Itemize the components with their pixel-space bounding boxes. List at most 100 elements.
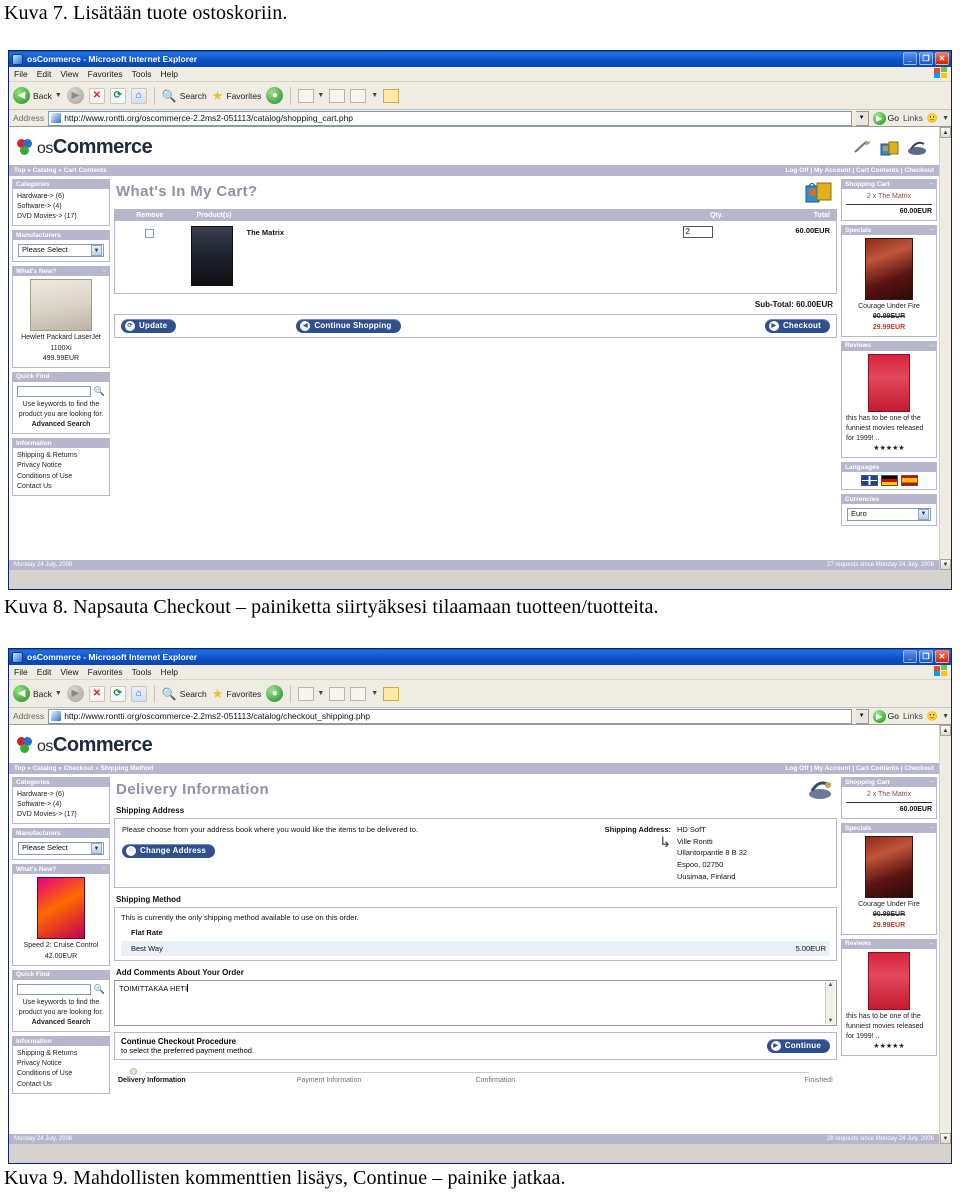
header-icons[interactable] <box>853 139 933 156</box>
search-icon[interactable]: 🔍 <box>94 385 105 398</box>
window-controls[interactable]: _ ❐ ✕ <box>903 52 949 65</box>
menu-file[interactable]: File <box>14 69 28 79</box>
address-bar-2[interactable]: Address http://www.rontti.org/oscommerce… <box>9 708 951 725</box>
oscommerce-logo[interactable]: osCommerce <box>17 136 153 159</box>
scroll-down-arrow[interactable]: ▼ <box>940 1133 951 1144</box>
menu-help[interactable]: Help <box>160 69 177 79</box>
store-navbar[interactable]: Top » Catalog » Cart Contents Log Off | … <box>9 165 939 176</box>
checkout-icon[interactable] <box>907 139 927 156</box>
store-nav-links[interactable]: Log Off | My Account | Cart Contents | C… <box>785 765 934 772</box>
forward-button[interactable]: ▶ <box>66 685 84 702</box>
spanish-flag-icon[interactable] <box>900 475 918 487</box>
chevron-down-icon[interactable]: ▼ <box>55 690 62 697</box>
address-dropdown-button[interactable]: ▼ <box>855 708 869 724</box>
cart-contents-icon[interactable] <box>880 139 900 156</box>
minimize-icon[interactable]: – <box>930 227 933 233</box>
menu-view[interactable]: View <box>60 667 78 677</box>
messenger-icon[interactable]: 🙂 <box>927 113 938 124</box>
chevron-down-icon-links[interactable]: ▼ <box>942 713 949 720</box>
minimize-icon[interactable]: – <box>930 941 933 947</box>
scroll-up-arrow[interactable]: ▲ <box>828 982 834 988</box>
minimize-button[interactable]: _ <box>903 52 917 65</box>
tool-bar[interactable]: ◀ Back ▼ ▶ ✕ ⟳ ⌂ 🔍 Search ★ Favorites ● … <box>9 82 951 110</box>
restore-button[interactable]: ❐ <box>919 650 933 663</box>
info-privacy-notice[interactable]: Privacy Notice <box>17 1059 105 1069</box>
menu-favorites[interactable]: Favorites <box>88 69 123 79</box>
whats-new-product-name[interactable]: Hewlett Packard LaserJet 1100Xi <box>17 333 105 353</box>
menu-favorites[interactable]: Favorites <box>88 667 123 677</box>
product-name[interactable]: The Matrix <box>247 226 285 237</box>
manufacturers-select[interactable]: Please Select ▼ <box>18 244 104 258</box>
chevron-down-icon-edit[interactable]: ▼ <box>371 690 378 697</box>
speed2-product-image[interactable] <box>37 877 85 940</box>
go-button[interactable]: ▶ Go <box>872 709 899 723</box>
courage-under-fire-image[interactable] <box>865 238 913 301</box>
english-flag-icon[interactable] <box>860 475 878 487</box>
quick-find-input[interactable] <box>17 983 91 995</box>
category-dvd-movies[interactable]: DVD Movies-> (17) <box>17 810 105 820</box>
chevron-down-icon[interactable]: ▼ <box>55 92 62 99</box>
page-scrollbar-2[interactable]: ▲ ▼ <box>939 725 951 1144</box>
quick-find-input[interactable] <box>17 385 91 397</box>
whats-new-product-name[interactable]: Speed 2: Cruise Control <box>17 941 105 951</box>
shipping-method-option-row[interactable]: Best Way 5.00EUR <box>121 940 830 956</box>
stop-button[interactable]: ✕ <box>88 87 105 104</box>
progress-step-delivery[interactable]: Delivery Information <box>118 1067 297 1084</box>
refresh-button[interactable]: ⟳ <box>109 685 126 702</box>
minimize-icon[interactable]: – <box>103 268 106 274</box>
scroll-up-arrow[interactable]: ▲ <box>940 127 951 138</box>
checkout-button[interactable]: ▶ Checkout <box>764 318 830 333</box>
minimize-button[interactable]: _ <box>903 650 917 663</box>
search-button[interactable]: 🔍 Search <box>162 687 207 701</box>
home-button[interactable]: ⌂ <box>130 685 147 702</box>
update-button[interactable]: ⟳ Update <box>121 318 177 333</box>
close-button[interactable]: ✕ <box>935 650 949 663</box>
chevron-down-icon-mail[interactable]: ▼ <box>317 690 324 697</box>
specials-product-name[interactable]: Courage Under Fire <box>846 302 932 312</box>
chevron-down-icon-mail[interactable]: ▼ <box>317 92 324 99</box>
menu-file[interactable]: File <box>14 667 28 677</box>
menu-bar[interactable]: File Edit View Favorites Tools Help <box>9 67 951 82</box>
messenger-icon[interactable]: 🙂 <box>927 711 938 722</box>
scroll-up-arrow[interactable]: ▲ <box>940 725 951 736</box>
stop-button[interactable]: ✕ <box>88 685 105 702</box>
menu-edit[interactable]: Edit <box>37 69 52 79</box>
info-shipping-returns[interactable]: Shipping & Returns <box>17 451 105 461</box>
edit-icon[interactable] <box>350 686 367 701</box>
browser-window-cart[interactable]: osCommerce - Microsoft Internet Explorer… <box>8 50 952 590</box>
advanced-search-link[interactable]: Advanced Search <box>17 420 105 430</box>
notes-icon[interactable] <box>383 88 400 103</box>
address-bar[interactable]: Address http://www.rontti.org/oscommerce… <box>9 110 951 127</box>
language-flags[interactable] <box>846 475 932 487</box>
back-button[interactable]: ◀ Back ▼ <box>13 87 62 104</box>
info-contact-us[interactable]: Contact Us <box>17 482 105 492</box>
chevron-down-icon-links[interactable]: ▼ <box>942 115 949 122</box>
mail-button[interactable]: ▼ <box>298 88 324 103</box>
category-software[interactable]: Software-> (4) <box>17 800 105 810</box>
cart-line-item[interactable]: 2 x The Matrix <box>846 192 932 206</box>
my-account-icon[interactable] <box>853 139 873 156</box>
address-input[interactable]: http://www.rontti.org/oscommerce-2.2ms2-… <box>48 110 852 126</box>
links-label[interactable]: Links <box>903 113 923 123</box>
courage-under-fire-image[interactable] <box>865 836 913 899</box>
menu-edit[interactable]: Edit <box>37 667 52 677</box>
qty-input[interactable]: 2 <box>682 225 713 238</box>
favorites-button[interactable]: ★ Favorites <box>212 686 262 702</box>
forward-button[interactable]: ▶ <box>66 87 84 104</box>
back-button[interactable]: ◀ Back ▼ <box>13 685 62 702</box>
home-button[interactable]: ⌂ <box>130 87 147 104</box>
breadcrumb[interactable]: Top » Catalog » Cart Contents <box>14 167 107 174</box>
category-software[interactable]: Software-> (4) <box>17 202 105 212</box>
review-text[interactable]: this has to be one of the funniest movie… <box>846 414 932 444</box>
minimize-icon[interactable]: – <box>930 779 933 785</box>
media-button[interactable]: ● <box>266 685 284 702</box>
page-scrollbar[interactable]: ▲ ▼ <box>939 127 951 570</box>
print-icon[interactable] <box>329 88 346 103</box>
minimize-icon[interactable]: – <box>930 343 933 349</box>
restore-button[interactable]: ❐ <box>919 52 933 65</box>
menu-tools[interactable]: Tools <box>132 667 152 677</box>
edit-icon[interactable] <box>350 88 367 103</box>
category-dvd-movies[interactable]: DVD Movies-> (17) <box>17 212 105 222</box>
advanced-search-link[interactable]: Advanced Search <box>17 1018 105 1028</box>
continue-shopping-button[interactable]: ◀ Continue Shopping <box>296 318 401 333</box>
